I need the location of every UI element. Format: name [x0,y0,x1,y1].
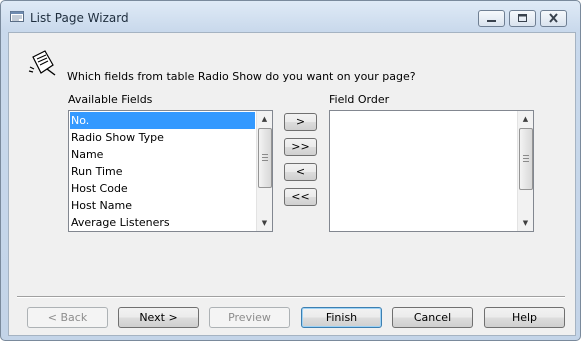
preview-button[interactable]: Preview [209,307,290,328]
maximize-icon [518,14,527,22]
cancel-button[interactable]: Cancel [392,307,473,328]
minimize-button[interactable] [478,10,505,27]
finish-button[interactable]: Finish [301,307,382,328]
scroll-thumb[interactable] [258,128,272,188]
available-fields-items: No. Radio Show Type Name Run Time Host Code H… [70,112,255,231]
grip-icon [262,154,268,161]
scroll-thumb[interactable] [519,128,533,190]
wizard-question: Which fields from table Radio Show do yo… [67,70,416,83]
close-icon [549,13,558,23]
scroll-up-arrow-icon[interactable]: ▲ [257,111,272,127]
field-order-label: Field Order [329,93,390,106]
available-fields-scrollbar[interactable]: ▲ ▼ [256,111,272,231]
close-button[interactable] [540,10,567,27]
scroll-down-arrow-icon[interactable]: ▼ [518,215,533,231]
available-field-item[interactable]: Host Code [70,180,255,197]
back-button[interactable]: < Back [27,307,108,328]
field-order-scrollbar[interactable]: ▲ ▼ [517,111,533,231]
available-field-item[interactable]: Host Name [70,197,255,214]
window-title: List Page Wizard [30,11,129,25]
title-bar[interactable]: List Page Wizard [1,1,580,31]
list-page-wizard-window: List Page Wizard Which fields from table… [0,0,581,341]
wizard-body: Which fields from table Radio Show do yo… [8,32,576,336]
wizard-icon [28,50,56,76]
available-field-item[interactable]: Run Time [70,163,255,180]
available-field-item[interactable]: Radio Show Type [70,129,255,146]
minimize-icon [487,20,496,22]
remove-all-fields-button[interactable]: << [284,188,317,206]
field-order-list[interactable]: ▲ ▼ [329,110,534,232]
footer-separator [17,296,565,298]
scroll-up-arrow-icon[interactable]: ▲ [518,111,533,127]
scroll-down-arrow-icon[interactable]: ▼ [257,215,272,231]
app-window-icon [10,11,24,22]
available-fields-list[interactable]: No. Radio Show Type Name Run Time Host Code H… [68,110,273,232]
grip-icon [523,155,529,162]
available-fields-label: Available Fields [68,93,153,106]
available-field-item[interactable]: Average Listeners [70,214,255,231]
help-button[interactable]: Help [484,307,565,328]
remove-field-button[interactable]: < [284,163,317,181]
next-button[interactable]: Next > [118,307,199,328]
add-field-button[interactable]: > [284,113,317,131]
available-field-item[interactable]: No. [70,112,255,129]
add-all-fields-button[interactable]: >> [284,138,317,156]
maximize-button[interactable] [509,10,536,27]
available-field-item[interactable]: Name [70,146,255,163]
